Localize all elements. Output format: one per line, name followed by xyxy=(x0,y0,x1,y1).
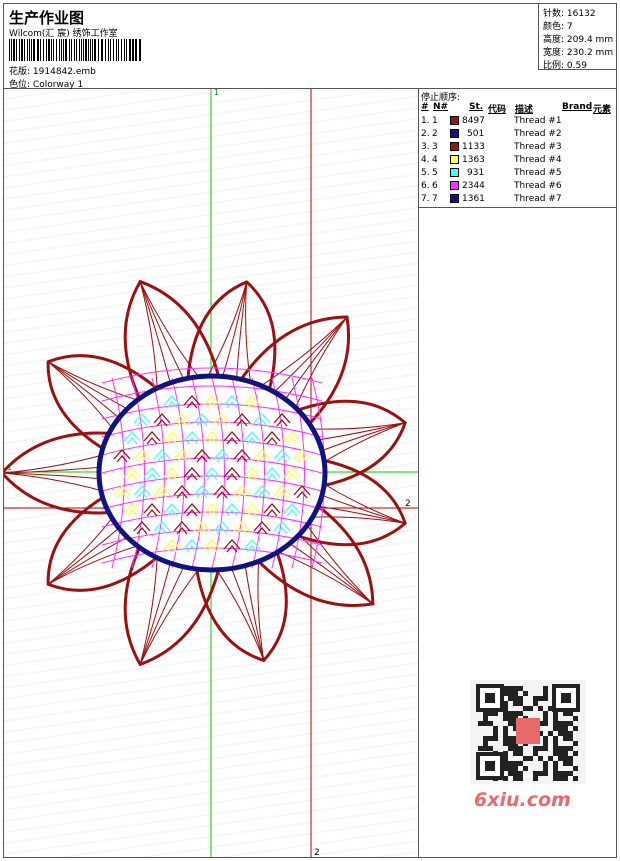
col-hash: # xyxy=(421,102,429,112)
color-swatch xyxy=(450,142,459,151)
color-swatch xyxy=(450,116,459,125)
petal-vein xyxy=(47,361,152,405)
guide-label-left: 1 xyxy=(7,463,12,472)
petal-vein xyxy=(245,281,253,392)
color-swatch xyxy=(450,194,459,203)
col-n: N# xyxy=(433,102,449,112)
qr-code xyxy=(470,680,586,784)
petal-vein xyxy=(276,316,348,412)
design-canvas[interactable]: 1 1 2 2 xyxy=(4,89,419,857)
watermark-logo: 6xiu.com xyxy=(474,789,571,811)
company-name: Wilcom(汇 宸) 绣饰工作室 xyxy=(9,29,118,39)
color-swatch xyxy=(450,181,459,190)
petal-vein xyxy=(139,556,189,665)
color-swatch xyxy=(450,168,459,177)
petal-vein xyxy=(47,541,152,585)
design-height: 高度: 209.4 mm xyxy=(543,35,614,45)
thread-row[interactable]: 5. 5 931 Thread #5 xyxy=(419,167,617,180)
thread-row[interactable]: 3. 3 1133 Thread #3 xyxy=(419,141,617,154)
thread-row[interactable]: 7. 7 1361 Thread #7 xyxy=(419,193,617,206)
col-st: St. xyxy=(469,102,484,112)
petal-vein xyxy=(139,562,205,665)
thread-row[interactable]: 4. 4 1363 Thread #4 xyxy=(419,154,617,167)
color-swatch xyxy=(450,155,459,164)
flower-design: 1 1 2 2 xyxy=(4,89,418,857)
design-width: 宽度: 230.2 mm xyxy=(543,48,614,58)
file-line: 花版: 1914842.emb xyxy=(9,64,96,77)
thread-row[interactable]: 6. 6 2344 Thread #6 xyxy=(419,180,617,193)
file-label: 花版: xyxy=(9,67,31,77)
thread-row[interactable]: 1. 1 8497 Thread #1 xyxy=(419,115,617,128)
header-panel: 生产作业图 Wilcom(汇 宸) 绣饰工作室 花版: 1914842.emb … xyxy=(3,3,617,90)
col-code: 代码 xyxy=(488,105,507,115)
stats-panel: 针数: 16132 颜色: 7 高度: 209.4 mm 宽度: 230.2 m… xyxy=(538,3,617,71)
barcode xyxy=(9,39,141,61)
page-title: 生产作业图 xyxy=(9,9,85,27)
color-swatch xyxy=(450,129,459,138)
color-count: 颜色: 7 xyxy=(543,22,573,32)
guide-label-top: 1 xyxy=(214,89,219,97)
guide-label-right: 2 xyxy=(405,499,411,509)
guide-label-bottom: 2 xyxy=(314,848,320,857)
file-name: 1914842.emb xyxy=(32,67,96,77)
design-scale: 比例: 0.59 xyxy=(543,61,587,71)
thread-row[interactable]: 2. 2 501 Thread #2 xyxy=(419,128,617,141)
col-brand: Brand xyxy=(562,102,593,112)
col-desc: 描述 xyxy=(515,105,534,115)
stitch-count: 针数: 16132 xyxy=(543,9,596,19)
table-divider xyxy=(419,207,617,208)
col-element: 元素 xyxy=(593,105,612,115)
